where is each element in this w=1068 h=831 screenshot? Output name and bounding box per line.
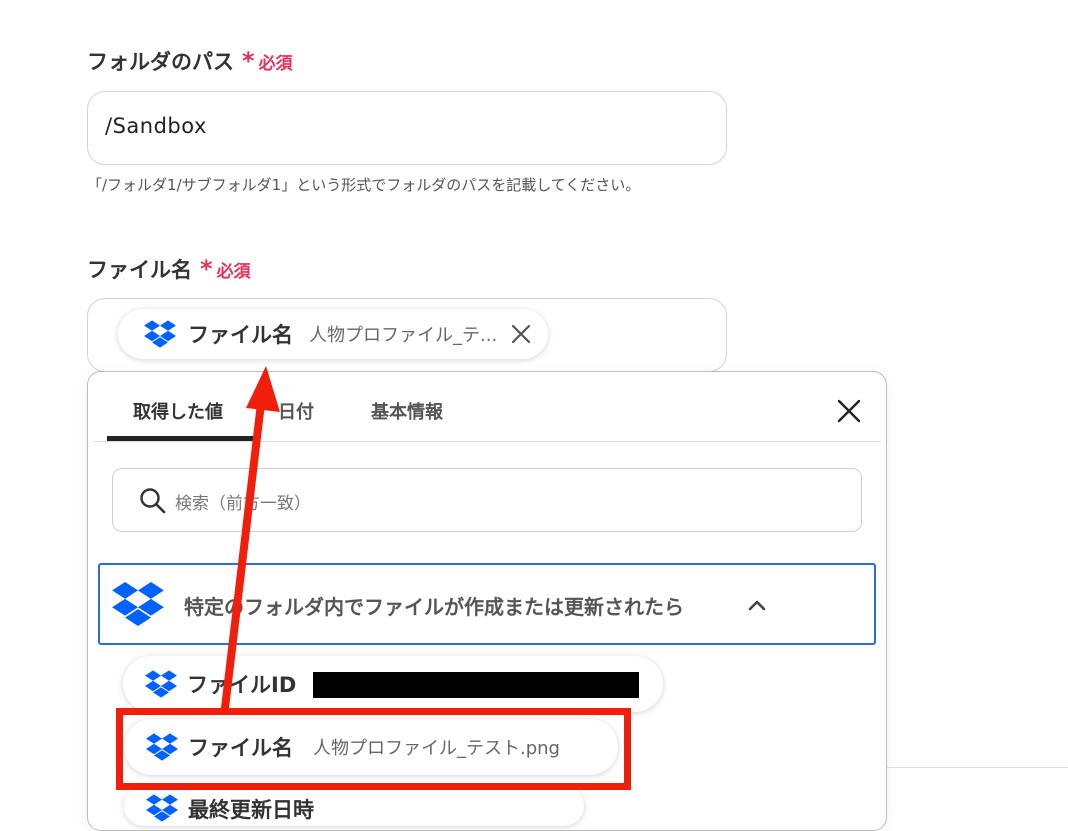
annotation-arrow (221, 366, 280, 712)
background-divider (887, 767, 1068, 768)
